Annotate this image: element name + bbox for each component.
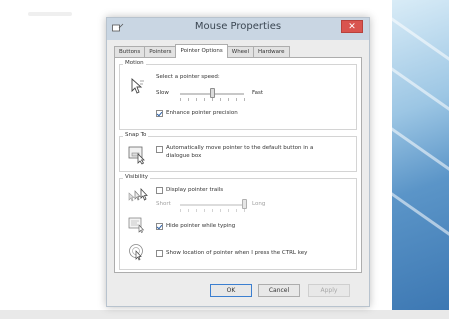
hide-pointer-icon xyxy=(128,217,145,233)
title-bar[interactable]: Mouse Properties ✕ xyxy=(107,18,369,40)
show-location-label: Show location of pointer when I press th… xyxy=(166,250,308,256)
hide-pointer-checkbox[interactable] xyxy=(156,223,163,230)
desktop-wallpaper xyxy=(392,0,449,310)
short-label: Short xyxy=(156,201,171,207)
apply-button[interactable]: Apply xyxy=(308,284,350,297)
pointer-trails-checkbox[interactable] xyxy=(156,187,163,194)
pointer-speed-slider-thumb[interactable] xyxy=(209,88,215,98)
tab-pointer-options[interactable]: Pointer Options xyxy=(175,44,228,58)
pointer-options-panel: Motion Select a pointer speed: Slow Fast… xyxy=(114,57,362,273)
enhance-precision-checkbox[interactable] xyxy=(156,110,163,117)
snap-to-label-line1: Automatically move pointer to the defaul… xyxy=(166,145,314,151)
hide-pointer-label: Hide pointer while typing xyxy=(166,223,236,229)
pointer-trails-slider-thumb[interactable] xyxy=(241,199,247,209)
pointer-location-icon xyxy=(129,244,143,261)
motion-group-title: Motion xyxy=(123,60,146,66)
ok-button[interactable]: OK xyxy=(210,284,252,297)
cancel-button[interactable]: Cancel xyxy=(258,284,300,297)
slow-label: Slow xyxy=(156,90,169,96)
pointer-speed-ticks xyxy=(180,98,245,101)
mouse-properties-dialog: Mouse Properties ✕ Buttons Pointers Poin… xyxy=(106,17,370,307)
visibility-group-title: Visibility xyxy=(123,174,151,180)
window-title: Mouse Properties xyxy=(194,21,282,32)
pointer-trails-label: Display pointer trails xyxy=(166,187,224,193)
motion-group: Motion Select a pointer speed: Slow Fast… xyxy=(119,60,357,130)
show-location-checkbox[interactable] xyxy=(156,250,163,257)
pointer-speed-icon xyxy=(131,77,144,94)
visibility-group: Visibility Display pointer trails Short … xyxy=(119,174,357,270)
background-mark xyxy=(28,12,72,16)
close-button[interactable]: ✕ xyxy=(341,20,363,33)
tab-strip: Buttons Pointers Pointer Options Wheel H… xyxy=(114,44,290,58)
bottom-edge xyxy=(0,310,449,319)
snap-to-group-title: Snap To xyxy=(123,132,149,138)
snap-to-group: Snap To Automatically move pointer to th… xyxy=(119,132,357,172)
snap-to-checkbox[interactable] xyxy=(156,146,163,153)
snap-to-icon xyxy=(128,146,145,165)
pointer-speed-label: Select a pointer speed: xyxy=(156,74,220,80)
enhance-precision-label: Enhance pointer precision xyxy=(166,110,238,116)
pointer-trails-icon xyxy=(128,187,148,202)
snap-to-label-line2: dialogue box xyxy=(166,153,202,159)
pointer-trails-ticks xyxy=(180,209,245,212)
fast-label: Fast xyxy=(252,90,264,96)
long-label: Long xyxy=(252,201,266,207)
pointer-trails-slider-track[interactable] xyxy=(180,204,244,206)
